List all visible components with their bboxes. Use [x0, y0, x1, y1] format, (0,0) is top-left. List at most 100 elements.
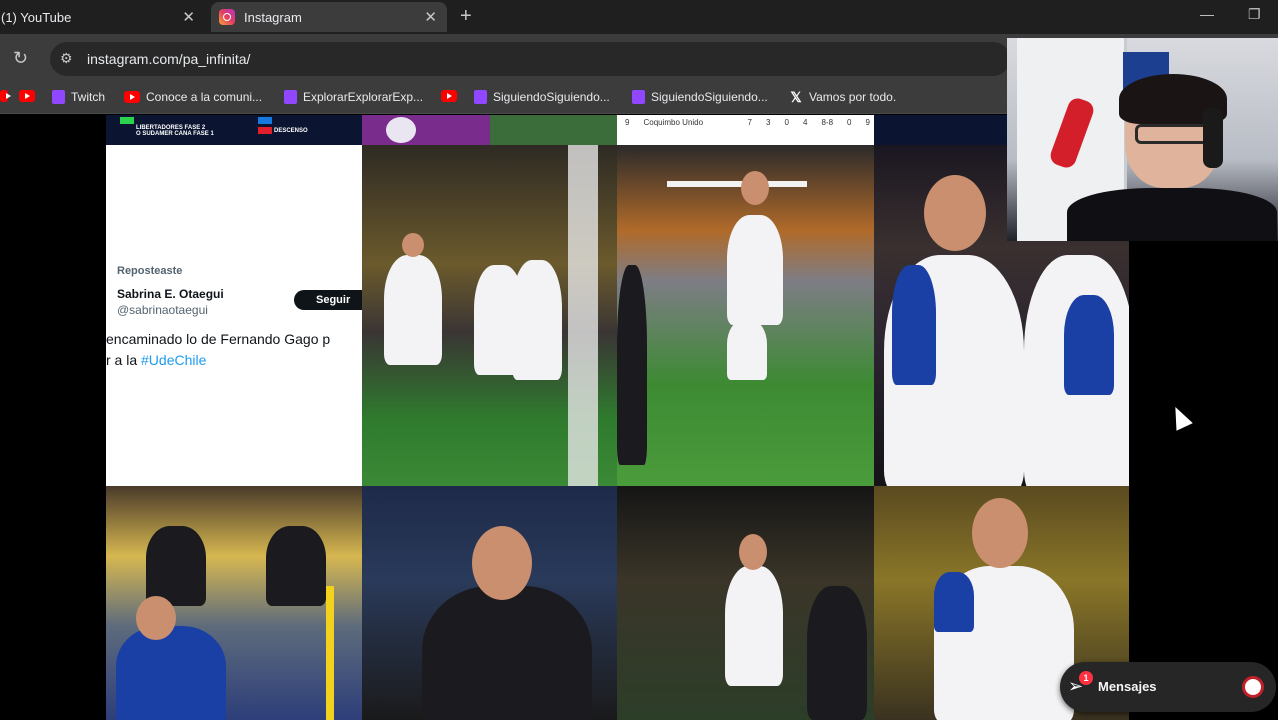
tweet-text-line: r a la #UdeChile: [106, 352, 206, 368]
bookmark-label: Twitch: [71, 90, 106, 104]
shirt-stripe: [1064, 295, 1114, 395]
player-figure: [725, 566, 783, 686]
youtube-icon: [124, 91, 140, 103]
streamer-body: [1067, 188, 1277, 241]
table-cell: Coquimbo Unido: [643, 118, 704, 127]
reload-icon[interactable]: ↻: [13, 48, 28, 69]
minimize-icon[interactable]: —: [1200, 6, 1214, 22]
table-legend-text: DESCENSO: [274, 128, 308, 134]
twitch-icon: [474, 90, 487, 104]
opponent-figure: [807, 586, 867, 720]
bookmark-item[interactable]: [441, 90, 463, 102]
post-thumbnail-photo[interactable]: [362, 145, 617, 486]
coach-head: [472, 526, 532, 600]
legend-swatch: [258, 117, 272, 124]
youtube-icon: [441, 90, 457, 102]
repost-label: Reposteaste: [117, 265, 183, 277]
bookmark-item[interactable]: [0, 90, 14, 102]
close-tab-icon[interactable]: ✕: [424, 8, 437, 26]
restore-icon[interactable]: ❐: [1248, 6, 1261, 23]
table-cell: 4: [802, 118, 808, 127]
player-figure: [727, 215, 783, 325]
messages-label: Mensajes: [1098, 679, 1157, 694]
unread-badge: 1: [1079, 671, 1093, 685]
shirt-stripe: [934, 572, 974, 632]
post-thumbnail-tweet[interactable]: Reposteaste Sabrina E. Otaegui @sabrinao…: [106, 145, 362, 486]
bookmark-item[interactable]: ExplorarExplorarExp...: [284, 90, 423, 104]
table-cell: 3: [766, 118, 771, 127]
close-tab-icon[interactable]: ✕: [182, 8, 195, 26]
goal-crossbar: [667, 181, 807, 187]
tweet-text-line: encaminado lo de Fernando Gago p: [106, 331, 331, 347]
opponent-figure: [617, 265, 647, 465]
youtube-icon: [0, 90, 11, 102]
browser-tab-bar: (1) YouTube ✕ Instagram ✕ + — ❐: [0, 0, 1278, 34]
table-cell: 8-8: [821, 118, 834, 127]
headset-icon: [1203, 108, 1223, 168]
shirt-stripe: [892, 265, 936, 385]
bookmark-label: Conoce a la comuni...: [146, 90, 263, 104]
legend-swatch: [120, 117, 134, 124]
table-legend-text: O SUDAMER CANA FASE 1: [136, 131, 214, 137]
bookmark-label: SiguiendoSiguiendo...: [493, 90, 610, 104]
tab-instagram[interactable]: Instagram ✕: [211, 2, 447, 32]
twitch-icon: [284, 90, 297, 104]
table-cell: 9: [865, 118, 870, 127]
player-figure: [384, 255, 442, 365]
bookmark-item[interactable]: Conoce a la comuni...: [124, 90, 262, 104]
bookmark-item[interactable]: SiguiendoSiguiendo...: [474, 90, 610, 104]
bookmark-item[interactable]: 𝕏 Vamos por todo.: [789, 90, 896, 104]
club-crest-icon: [386, 117, 416, 143]
bookmark-label: ExplorarExplorarExp...: [303, 90, 424, 104]
post-thumbnail[interactable]: [490, 115, 617, 145]
bookmark-item[interactable]: [19, 90, 41, 102]
table-cell: 7: [747, 118, 752, 127]
tweet-author-handle: @sabrinaotaegui: [117, 303, 208, 317]
player-head: [739, 534, 767, 570]
post-thumbnail-photo[interactable]: [106, 486, 362, 720]
site-info-icon[interactable]: ⚙: [60, 50, 73, 67]
player-shorts: [727, 320, 767, 380]
x-icon: 𝕏: [790, 89, 802, 105]
address-bar[interactable]: ⚙ instagram.com/pa_infinita/: [50, 42, 1010, 76]
post-thumbnail[interactable]: [362, 115, 490, 145]
post-thumbnail[interactable]: [874, 115, 1007, 145]
glasses: [1135, 124, 1211, 144]
tab-title: (1) YouTube: [1, 9, 72, 25]
hashtag-link[interactable]: #UdeChile: [141, 352, 206, 368]
legend-swatch: [258, 127, 272, 134]
post-thumbnail-photo[interactable]: [617, 145, 874, 486]
coach-figure: [116, 626, 226, 720]
table-cell: 0: [784, 118, 789, 127]
tab-youtube[interactable]: (1) YouTube ✕: [0, 2, 205, 32]
post-thumbnail-photo[interactable]: [617, 486, 874, 720]
post-thumbnail[interactable]: LIBERTADORES FASE 2 O SUDAMER CANA FASE …: [106, 115, 362, 145]
player-figure: [512, 260, 562, 380]
player-head: [741, 171, 769, 205]
twitch-icon: [52, 90, 65, 104]
table-cell: 9: [625, 118, 630, 127]
player-head: [972, 498, 1028, 568]
fan-figure: [266, 526, 326, 606]
bookmark-item-twitch[interactable]: Twitch: [52, 90, 105, 104]
tweet-author-name: Sabrina E. Otaegui: [117, 287, 224, 301]
table-cell: 0: [847, 118, 852, 127]
tab-title: Instagram: [244, 9, 302, 25]
player-head: [924, 175, 986, 251]
post-thumbnail[interactable]: 9 Coquimbo Unido 7 3 0 4 8-8 0 9: [617, 115, 874, 145]
new-tab-icon[interactable]: +: [460, 5, 472, 28]
url-text: instagram.com/pa_infinita/: [87, 51, 251, 67]
bookmark-label: SiguiendoSiguiendo...: [651, 90, 768, 104]
bookmark-label: Vamos por todo.: [809, 90, 897, 104]
bookmark-item[interactable]: SiguiendoSiguiendo...: [632, 90, 768, 104]
avatar: [1242, 676, 1264, 698]
messages-button[interactable]: ➢ 1 Mensajes: [1060, 662, 1276, 712]
coach-head: [136, 596, 176, 640]
post-thumbnail-photo[interactable]: [362, 486, 617, 720]
tweet-text: r a la: [106, 352, 142, 368]
railing: [326, 586, 334, 720]
instagram-icon: [219, 9, 235, 25]
follow-button[interactable]: Seguir: [294, 290, 362, 310]
player-head: [402, 233, 424, 257]
coach-figure: [422, 586, 592, 720]
